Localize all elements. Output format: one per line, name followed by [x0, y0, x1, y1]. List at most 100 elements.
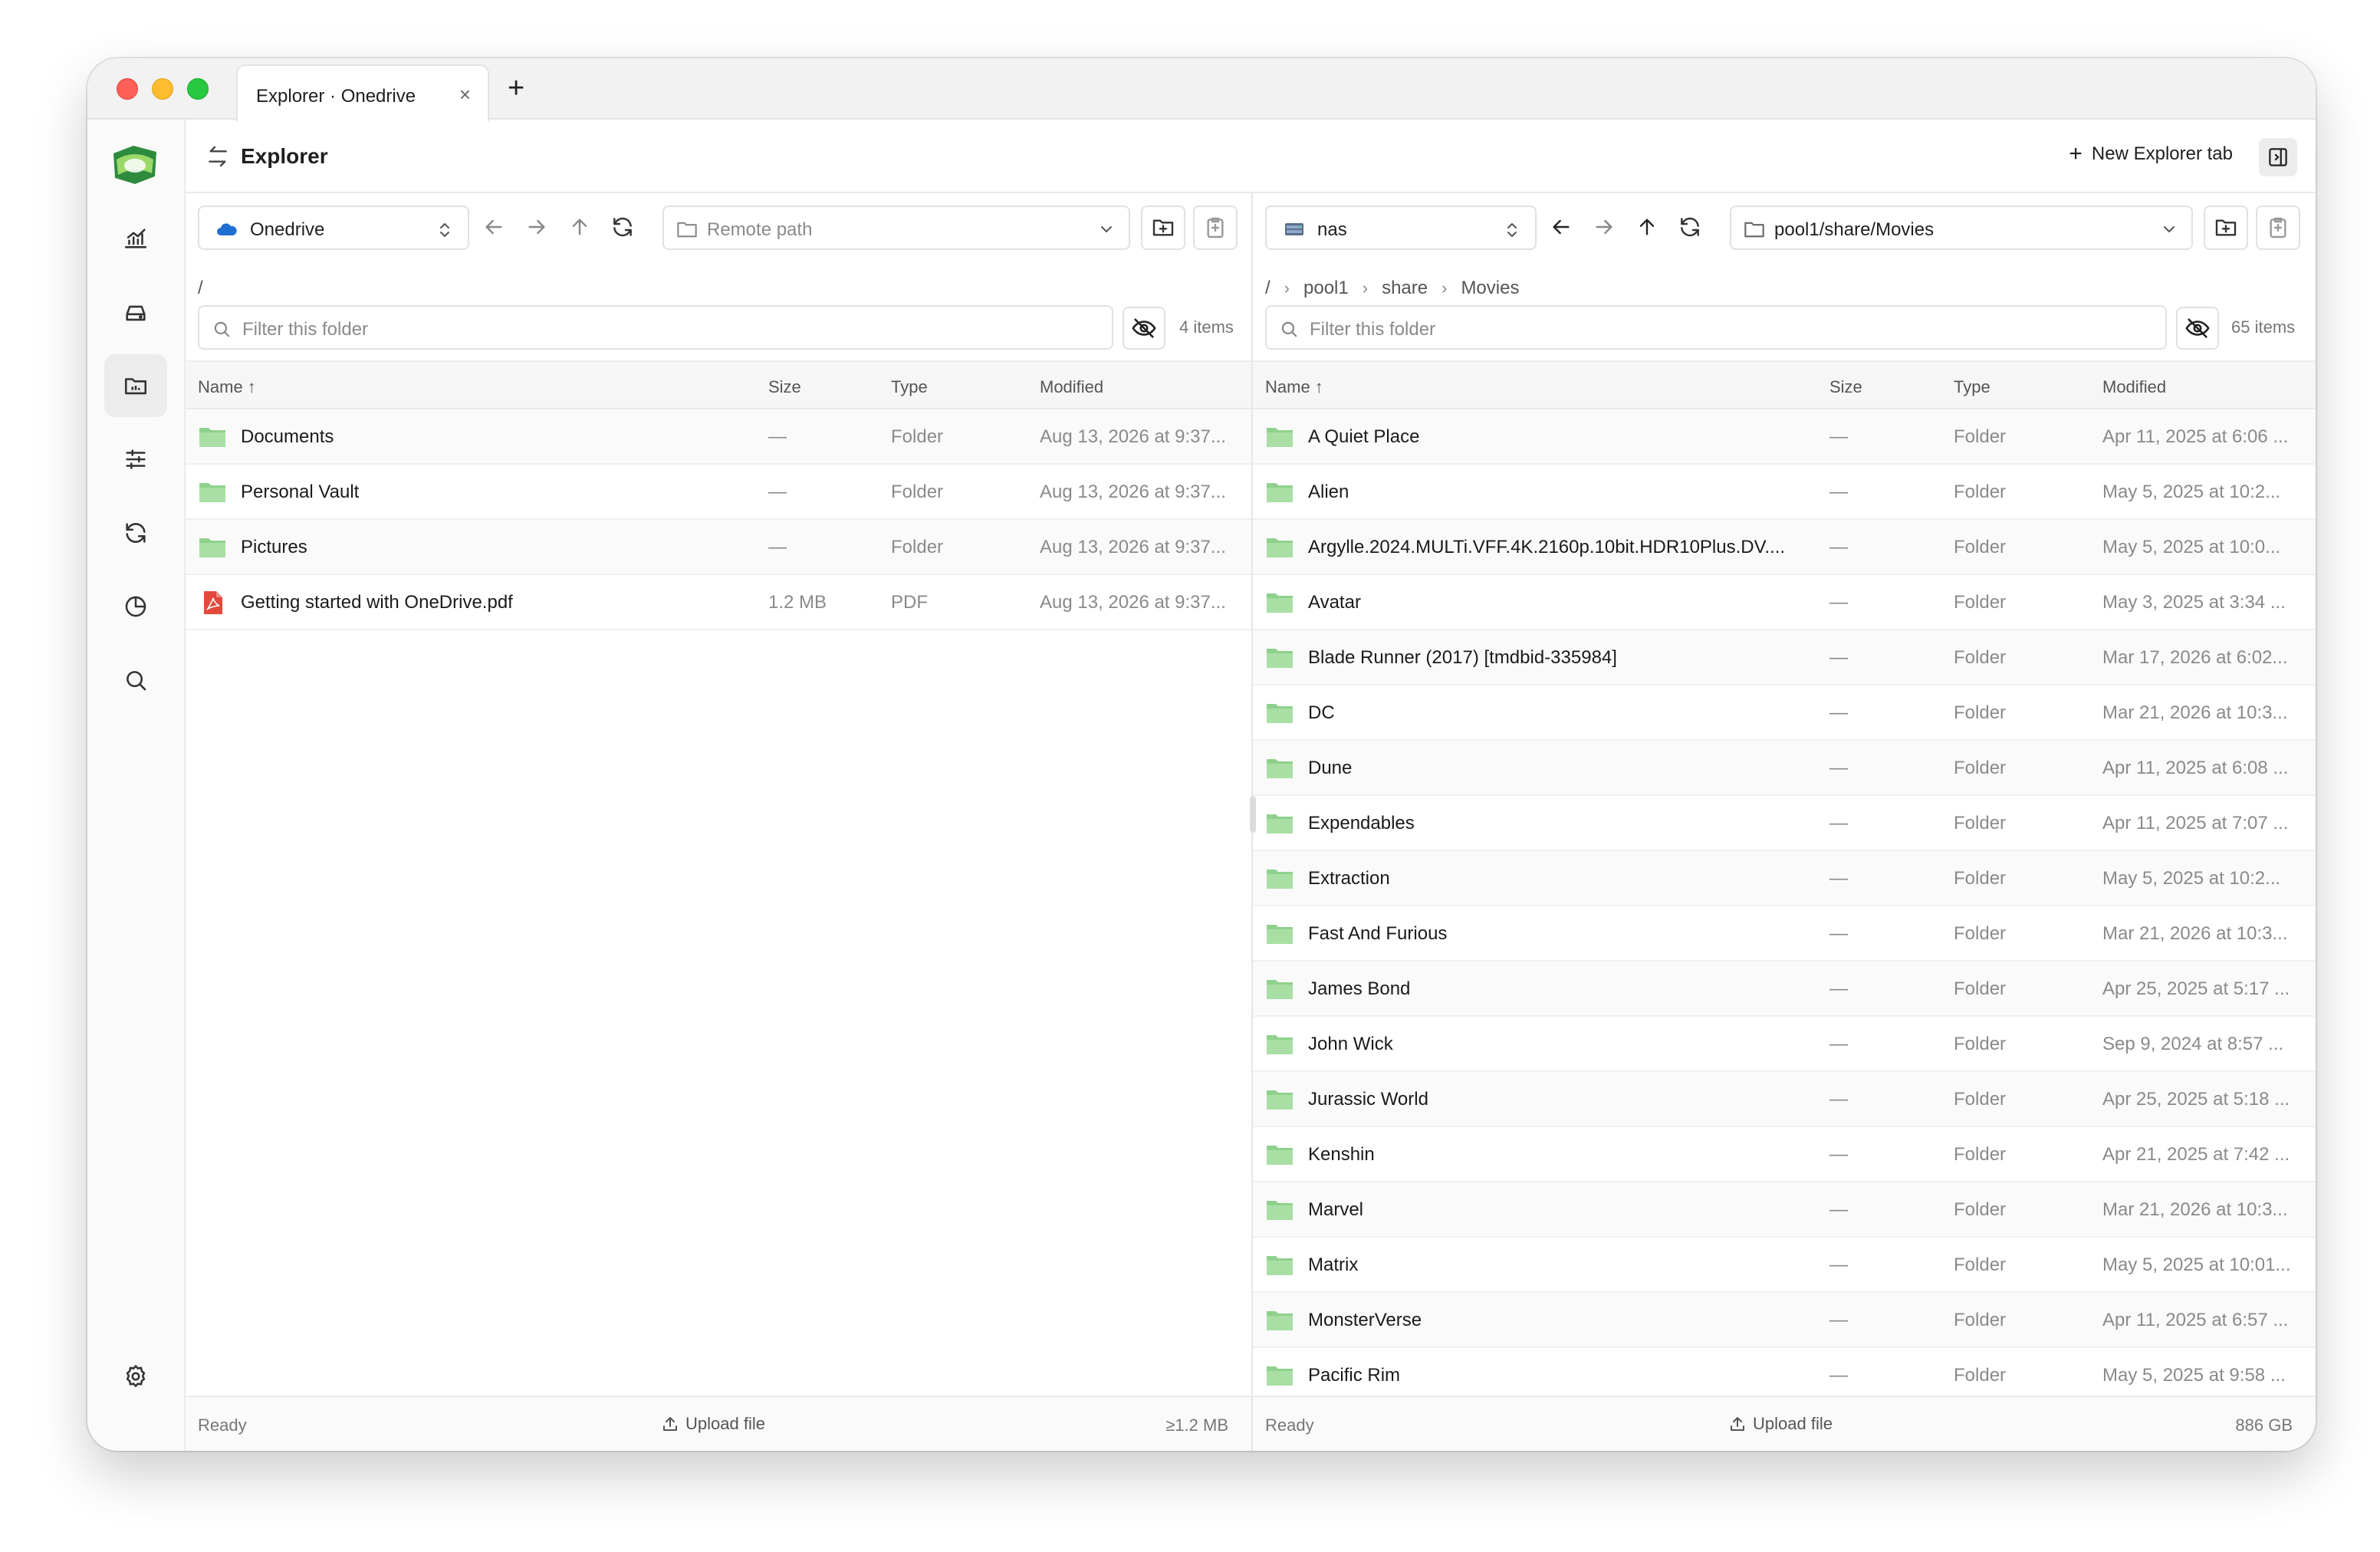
sidebar-item-preferences[interactable] — [104, 1345, 167, 1408]
col-type[interactable]: Type — [1954, 377, 1990, 397]
sidebar-item-search[interactable] — [104, 649, 167, 712]
col-modified[interactable]: Modified — [1040, 377, 1103, 397]
search-icon — [1281, 321, 1297, 337]
breadcrumb-root[interactable]: / — [198, 278, 203, 299]
left-refresh-button[interactable] — [606, 210, 639, 244]
folder-icon — [1267, 1146, 1293, 1165]
sidebar-item-settings[interactable] — [104, 428, 167, 491]
left-back-button[interactable] — [477, 210, 511, 244]
right-back-button[interactable] — [1544, 210, 1578, 244]
file-name: Jurassic World — [1308, 1089, 1428, 1110]
table-row[interactable]: Blade Runner (2017) [tmdbid-335984] — Fold… — [1253, 630, 2316, 686]
left-table-header: Name ↑ Size Type Modified — [186, 360, 1251, 409]
col-name[interactable]: Name ↑ — [1265, 377, 1323, 397]
table-row[interactable]: Avatar — Folder May 3, 2025 at 3:34 ... — [1253, 575, 2316, 630]
table-row[interactable]: DC — Folder Mar 21, 2026 at 10:3... — [1253, 686, 2316, 741]
sidebar-item-sync[interactable] — [104, 501, 167, 564]
sidebar-item-remotes[interactable] — [104, 281, 167, 344]
right-upload-label: Upload file — [1753, 1414, 1833, 1433]
table-row[interactable]: Matrix — Folder May 5, 2025 at 10:01... — [1253, 1238, 2316, 1293]
left-paste-button[interactable] — [1193, 206, 1238, 250]
browser-tab[interactable]: Explorer · Onedrive × — [236, 64, 489, 121]
add-tab-button[interactable]: + — [508, 72, 524, 105]
folder-icon — [1267, 538, 1293, 557]
file-modified: May 5, 2025 at 10:2... — [2102, 482, 2281, 502]
table-row[interactable]: A Quiet Place — Folder Apr 11, 2025 at 6:06… — [1253, 409, 2316, 465]
chart-icon — [124, 229, 147, 248]
folder-icon — [1267, 704, 1293, 723]
close-window-button[interactable] — [117, 78, 138, 100]
col-size[interactable]: Size — [768, 377, 801, 397]
right-remote-select[interactable]: nas — [1265, 206, 1537, 250]
table-row[interactable]: Getting started with OneDrive.pdf 1.2 MB… — [186, 575, 1251, 630]
col-size[interactable]: Size — [1829, 377, 1862, 397]
right-paste-button[interactable] — [2256, 206, 2300, 250]
folder-outline-icon — [677, 222, 697, 238]
right-up-button[interactable] — [1630, 210, 1664, 244]
plus-icon: + — [2069, 141, 2082, 166]
table-row[interactable]: Documents — Folder Aug 13, 2026 at 9:37.… — [186, 409, 1251, 465]
sidebar-item-usage[interactable] — [104, 575, 167, 638]
upload-icon — [663, 1417, 677, 1431]
table-row[interactable]: Argylle.2024.MULTi.VFF.4K.2160p.10bit.HD… — [1253, 520, 2316, 575]
right-upload-button[interactable]: Upload file — [1728, 1414, 1833, 1434]
right-new-folder-button[interactable] — [2204, 206, 2248, 250]
folder-icon — [1267, 1201, 1293, 1220]
table-row[interactable]: James Bond — Folder Apr 25, 2025 at 5:17 ..… — [1253, 962, 2316, 1017]
search-icon — [214, 321, 230, 337]
table-row[interactable]: Alien — Folder May 5, 2025 at 10:2... — [1253, 465, 2316, 520]
right-filter-placeholder: Filter this folder — [1310, 319, 1436, 340]
col-type[interactable]: Type — [891, 377, 928, 397]
left-new-folder-button[interactable] — [1141, 206, 1185, 250]
left-remote-select[interactable]: Onedrive — [198, 206, 469, 250]
breadcrumb-root[interactable]: / — [1265, 278, 1271, 299]
left-up-button[interactable] — [563, 210, 597, 244]
left-path-input[interactable]: Remote path — [662, 206, 1130, 250]
file-size: — — [1829, 813, 1848, 834]
table-row[interactable]: Kenshin — Folder Apr 21, 2025 at 7:42 ... — [1253, 1127, 2316, 1182]
breadcrumb-pool1[interactable]: pool1 — [1303, 278, 1349, 299]
minimize-window-button[interactable] — [152, 78, 173, 100]
right-refresh-button[interactable] — [1673, 210, 1707, 244]
right-path-input[interactable]: pool1/share/Movies — [1730, 206, 2193, 250]
table-row[interactable]: John Wick — Folder Sep 9, 2024 at 8:57 ... — [1253, 1017, 2316, 1072]
left-filter-input[interactable]: Filter this folder — [198, 305, 1113, 350]
table-row[interactable]: Jurassic World — Folder Apr 25, 2025 at 5:1… — [1253, 1072, 2316, 1127]
panel-right-icon — [2269, 148, 2287, 166]
sidebar-item-dashboard[interactable] — [104, 207, 167, 270]
sidebar-item-explorer[interactable] — [104, 354, 167, 417]
col-name[interactable]: Name ↑ — [198, 377, 256, 397]
breadcrumb-movies[interactable]: Movies — [1461, 278, 1519, 299]
col-modified[interactable]: Modified — [2102, 377, 2166, 397]
left-forward-button[interactable] — [520, 210, 554, 244]
table-row[interactable]: Dune — Folder Apr 11, 2025 at 6:08 ... — [1253, 741, 2316, 796]
table-row[interactable]: Marvel — Folder Mar 21, 2026 at 10:3... — [1253, 1182, 2316, 1238]
panel-toggle-button[interactable] — [2259, 138, 2297, 176]
arrow-left-icon — [485, 219, 502, 235]
right-toggle-hidden-button[interactable] — [2176, 307, 2219, 350]
table-row[interactable]: Expendables — Folder Apr 11, 2025 at 7:07 .… — [1253, 796, 2316, 851]
breadcrumb-share[interactable]: share — [1382, 278, 1428, 299]
right-filter-input[interactable]: Filter this folder — [1265, 305, 2167, 350]
new-explorer-tab-button[interactable]: + New Explorer tab — [2069, 141, 2233, 167]
maximize-window-button[interactable] — [187, 78, 209, 100]
file-modified: Apr 21, 2025 at 7:42 ... — [2102, 1144, 2290, 1165]
table-row[interactable]: MonsterVerse — Folder Apr 11, 2025 at 6:57 … — [1253, 1293, 2316, 1348]
table-row[interactable]: Extraction — Folder May 5, 2025 at 10:2... — [1253, 851, 2316, 906]
chevron-down-icon — [1101, 226, 1112, 233]
chevron-right-icon: › — [1284, 278, 1290, 298]
clipboard-icon — [2270, 217, 2286, 238]
left-toggle-hidden-button[interactable] — [1123, 307, 1165, 350]
table-row[interactable]: Personal Vault — Folder Aug 13, 2026 at … — [186, 465, 1251, 520]
left-upload-button[interactable]: Upload file — [661, 1414, 765, 1434]
left-toolbar: Onedrive Remote path — [186, 193, 1251, 253]
right-table-header: Name ↑ Size Type Modified — [1253, 360, 2316, 409]
tab-close-icon[interactable]: × — [459, 83, 471, 107]
table-row[interactable]: Fast And Furious — Folder Mar 21, 2026 at 1… — [1253, 906, 2316, 962]
gear-icon — [126, 1365, 146, 1387]
file-name: Fast And Furious — [1308, 923, 1448, 944]
table-row[interactable]: Pictures — Folder Aug 13, 2026 at 9:37..… — [186, 520, 1251, 575]
right-pane: nas pool1/share/Movies / › pool1 › share… — [1253, 193, 2316, 1451]
folder-icon — [199, 428, 225, 447]
right-forward-button[interactable] — [1587, 210, 1621, 244]
